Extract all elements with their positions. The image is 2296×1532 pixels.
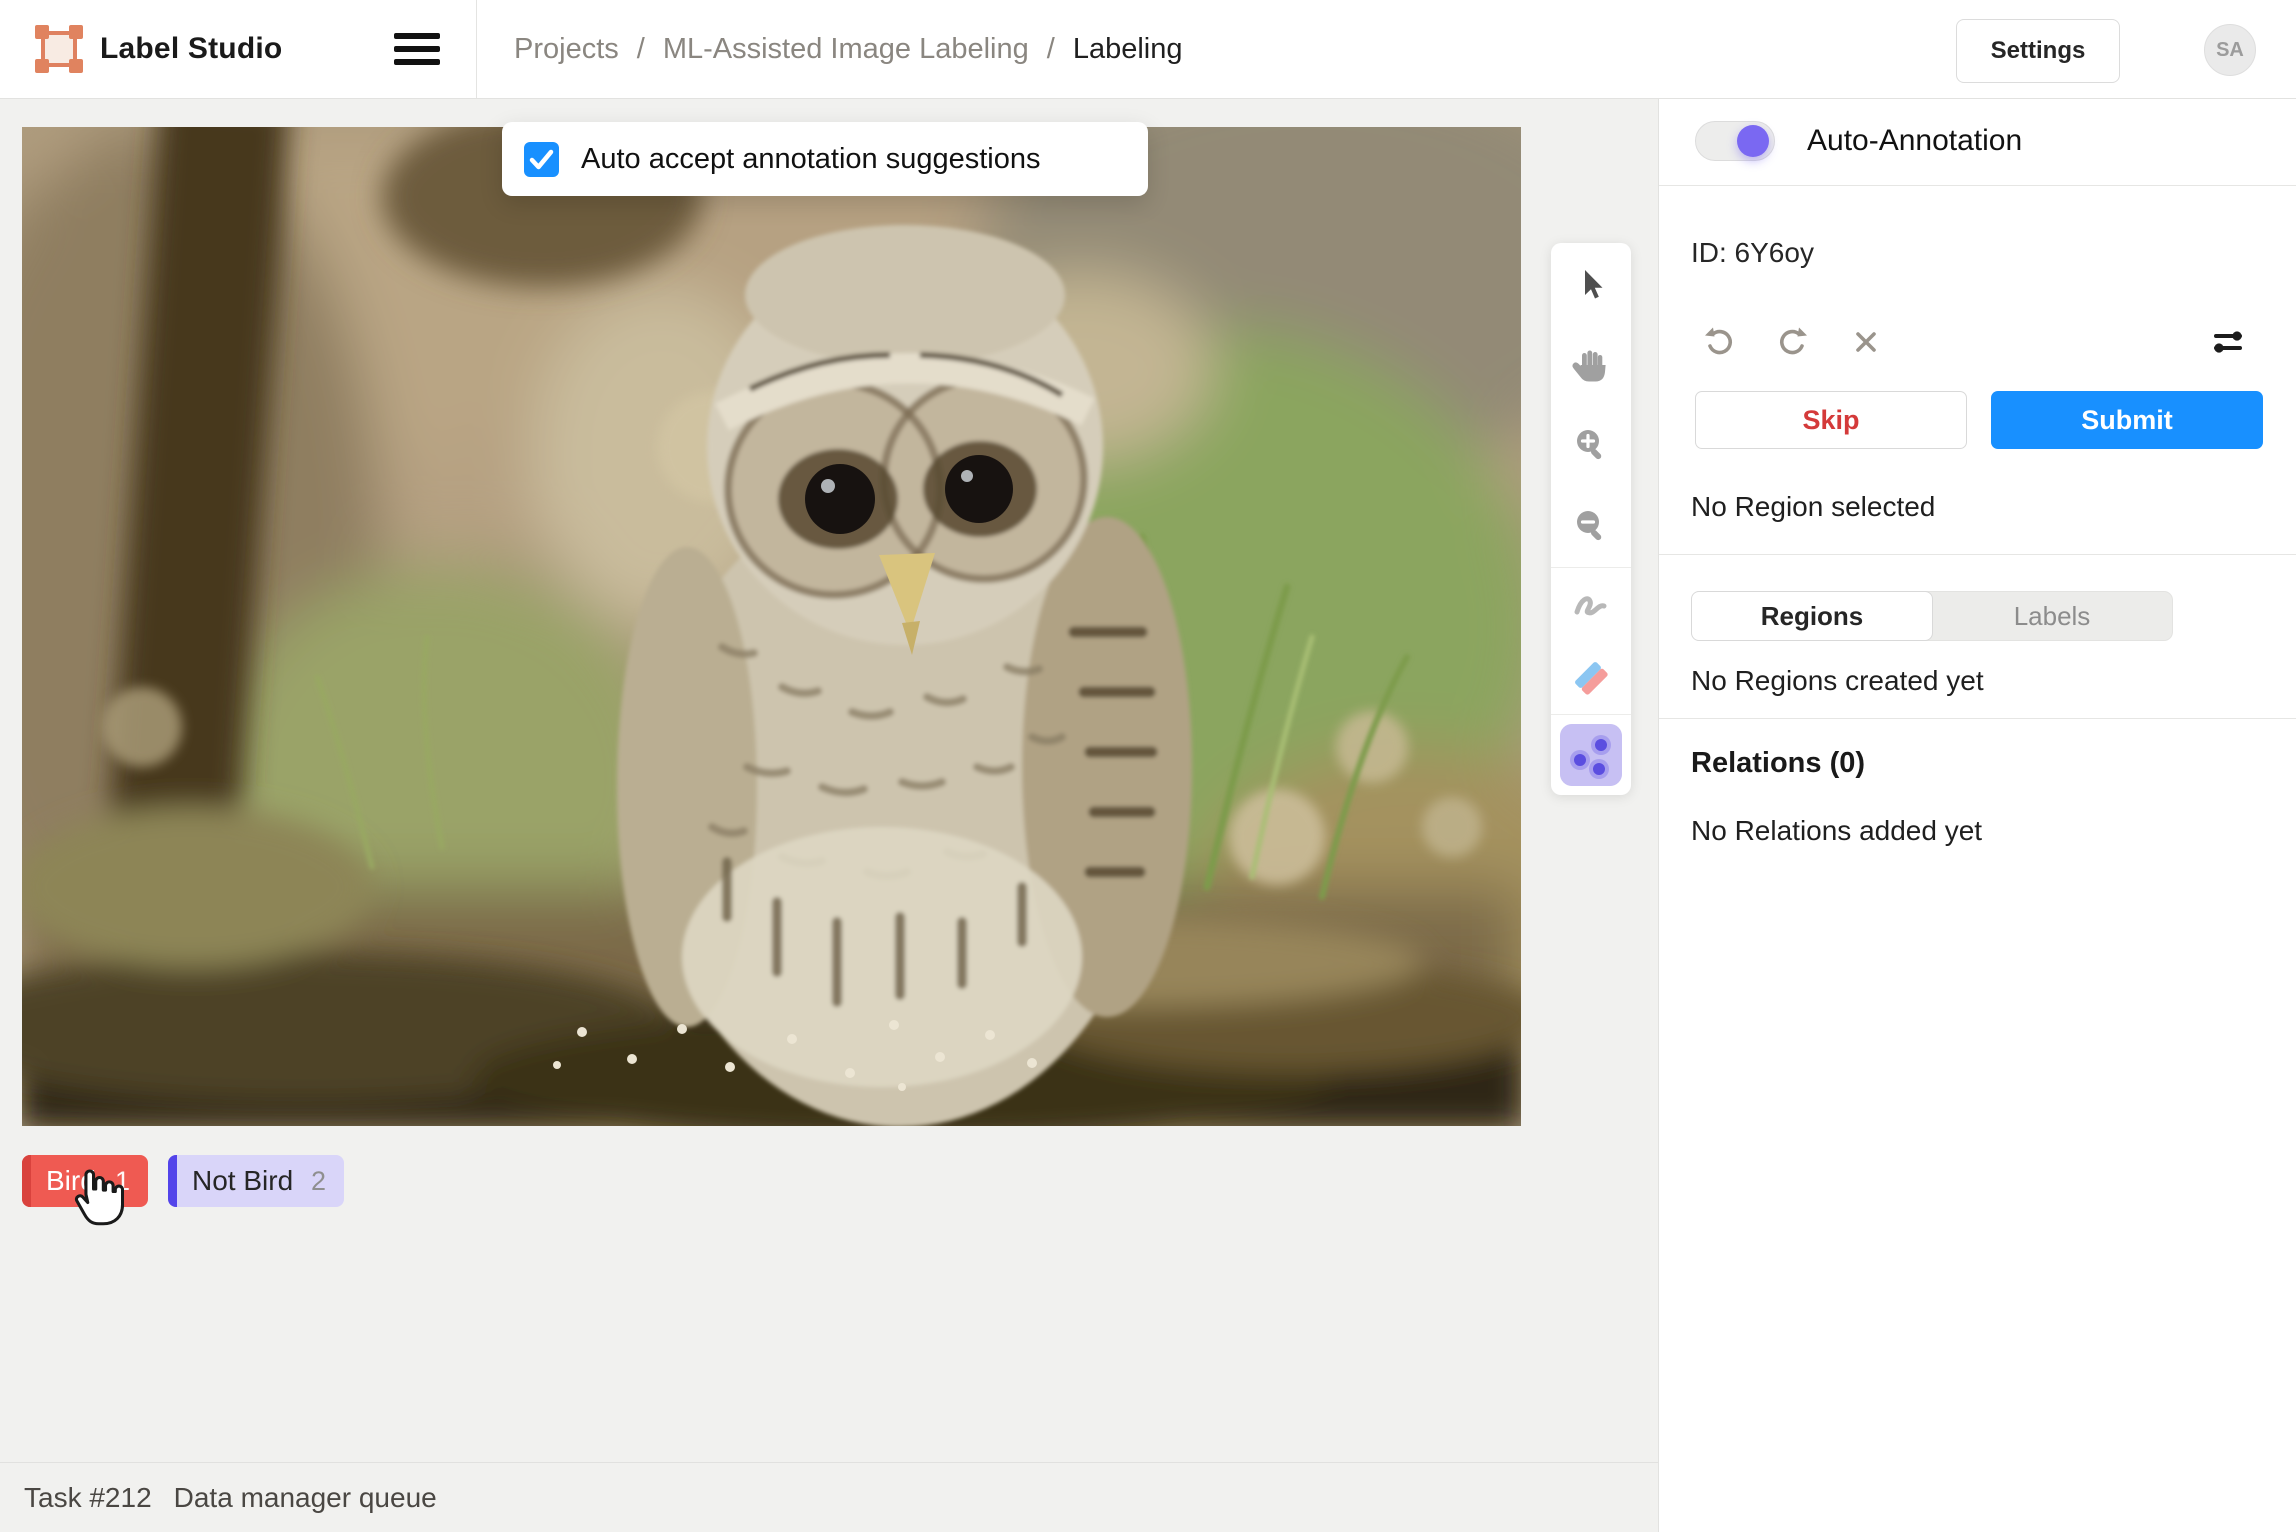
label-hotkey: 2 [311,1166,326,1197]
zoom-in-icon [1571,426,1611,466]
queue-name: Data manager queue [174,1482,437,1514]
panel-settings-button[interactable] [2207,319,2249,365]
menu-hamburger-icon[interactable] [394,33,440,65]
zoom-out-icon [1571,507,1611,547]
header-divider [476,0,477,98]
regions-labels-tabs: Regions Labels [1691,591,2173,641]
skip-button[interactable]: Skip [1695,391,1967,449]
user-avatar[interactable]: SA [2204,24,2256,76]
owl-photo [22,127,1521,1126]
breadcrumb-projects[interactable]: Projects [514,33,619,66]
label-accent-strip [168,1155,177,1207]
breadcrumb-separator: / [637,33,645,66]
auto-annotation-row: Auto-Annotation [1695,121,2022,161]
undo-icon [1701,323,1739,361]
reset-button[interactable] [1845,319,1887,365]
breadcrumb-current-page: Labeling [1073,33,1183,66]
zoom-in-tool-button[interactable] [1551,405,1631,486]
auto-annotation-toggle[interactable] [1695,121,1775,161]
label-studio-app: Label Studio Projects / ML-Assisted Imag… [0,0,2296,1532]
auto-annotation-label: Auto-Annotation [1807,124,2022,158]
tab-labels[interactable]: Labels [1932,592,2172,640]
no-region-text: No Region selected [1691,491,1935,523]
label-accent-strip [22,1155,31,1207]
breadcrumb-project-name[interactable]: ML-Assisted Image Labeling [663,33,1029,66]
eraser-icon [1569,656,1613,700]
annotation-id: ID: 6Y6oy [1691,237,1814,269]
auto-accept-overlay: Auto accept annotation suggestions [502,122,1148,196]
label-choices: Bird 1 Not Bird 2 [22,1155,344,1207]
tab-regions[interactable]: Regions [1691,591,1933,641]
brush-tool-button[interactable] [1551,568,1631,641]
auto-accept-label: Auto accept annotation suggestions [581,143,1041,176]
label-not-bird-button[interactable]: Not Bird 2 [168,1155,344,1207]
smart-magic-icon [1560,724,1622,786]
settings-button[interactable]: Settings [1956,19,2120,83]
brush-icon [1570,584,1612,626]
hand-icon [1571,345,1611,385]
checkmark-icon [524,142,559,177]
annotation-side-panel: Auto-Annotation ID: 6Y6oy [1658,99,2296,1532]
undo-button[interactable] [1699,319,1741,365]
panel-divider [1659,718,2296,719]
smart-magic-tool-button[interactable] [1551,715,1631,795]
annotation-history-controls [1659,319,2296,365]
redo-button[interactable] [1771,319,1813,365]
close-icon [1849,325,1883,359]
task-footer: Task #212 Data manager queue [0,1462,1658,1532]
redo-icon [1773,323,1811,361]
breadcrumb-separator: / [1047,33,1055,66]
submit-button[interactable]: Submit [1991,391,2263,449]
label-text: Not Bird [192,1165,293,1197]
app-name: Label Studio [100,0,282,98]
auto-accept-checkbox[interactable] [524,142,559,177]
label-studio-logo-icon [34,24,84,74]
pan-tool-button[interactable] [1551,324,1631,405]
label-hotkey: 1 [115,1166,130,1197]
task-image-canvas[interactable] [22,127,1521,1126]
breadcrumb: Projects / ML-Assisted Image Labeling / … [514,0,1182,98]
label-bird-button[interactable]: Bird 1 [22,1155,148,1207]
image-toolbar [1551,243,1631,795]
label-text: Bird [46,1165,96,1197]
pointer-icon [1571,264,1611,304]
no-relations-text: No Relations added yet [1691,815,1982,847]
sliders-icon [2209,323,2247,361]
header: Label Studio Projects / ML-Assisted Imag… [0,0,2296,99]
panel-divider [1659,554,2296,555]
eraser-tool-button[interactable] [1551,641,1631,714]
task-number: Task #212 [24,1482,152,1514]
labeling-workspace: Bird 1 Not Bird 2 Task #212 Data manager… [0,99,1658,1532]
pointer-tool-button[interactable] [1551,243,1631,324]
zoom-out-tool-button[interactable] [1551,486,1631,567]
no-regions-text: No Regions created yet [1691,665,1984,697]
relations-title: Relations (0) [1691,747,1865,780]
panel-divider [1659,185,2296,186]
toggle-knob [1737,125,1769,157]
